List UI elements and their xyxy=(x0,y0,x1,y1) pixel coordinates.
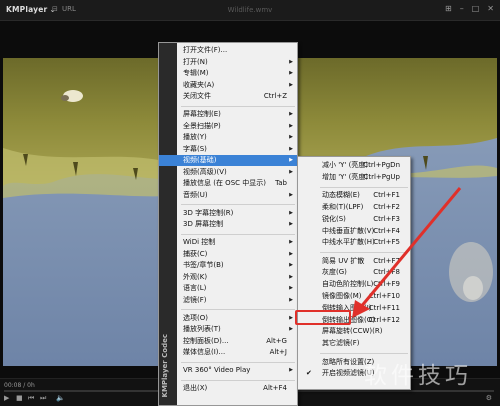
annotation-layer xyxy=(352,187,462,318)
annotation-highlight-box xyxy=(295,310,351,325)
annotation-arrow-line xyxy=(358,187,462,309)
annotation-arrow-head xyxy=(352,300,370,318)
watermark-text: 软件技巧 xyxy=(364,363,472,389)
